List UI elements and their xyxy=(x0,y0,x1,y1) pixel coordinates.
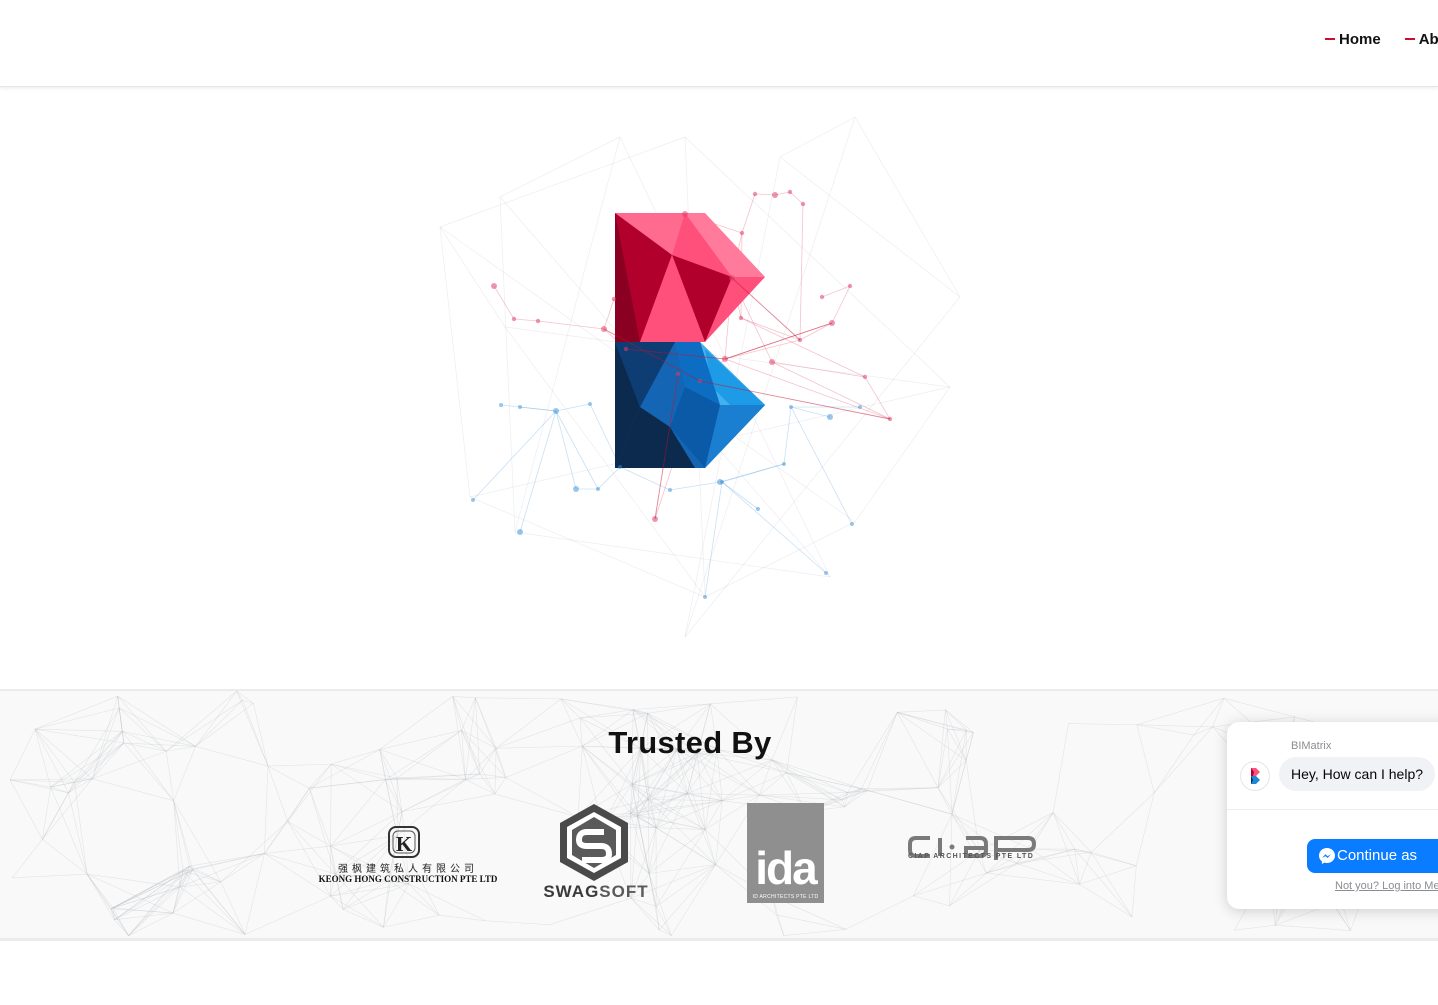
not-you-login-link[interactable]: Not you? Log into Messenger xyxy=(1335,880,1438,892)
ida-logo: ida ID ARCHITECTS PTE LTD xyxy=(747,803,824,903)
swagsoft-wordmark: SWAGSOFT xyxy=(542,882,650,902)
ciap-text: CIAP ARCHITECTS PTE LTD xyxy=(908,853,1035,860)
swagsoft-text-b: SOFT xyxy=(599,882,649,901)
messenger-icon xyxy=(1319,848,1335,864)
nav-item-home[interactable]: Home xyxy=(1325,31,1381,48)
nav-dash xyxy=(1325,38,1335,41)
swagsoft-text-a: SWAG xyxy=(543,882,600,901)
chat-message-bubble: Hey, How can I help? xyxy=(1279,757,1436,791)
nav-item-label: About xyxy=(1418,31,1438,48)
ida-text: ida xyxy=(755,842,817,894)
ciap-logo: CIAP ARCHITECTS PTE LTD xyxy=(908,834,1038,874)
swagsoft-logo: SWAGSOFT xyxy=(542,802,650,906)
keong-hong-text: KEONG HONG CONSTRUCTION PTE LTD xyxy=(318,874,498,884)
keong-hong-logo: K 强枫建筑私人有限公司 KEONG HONG CONSTRUCTION PTE… xyxy=(316,825,500,887)
messenger-chat-widget: BIMatrix Hey, How can I help? Continue a… xyxy=(1227,722,1438,909)
keong-hong-chinese: 强枫建筑私人有限公司 xyxy=(338,864,478,875)
trusted-by-heading: Trusted By xyxy=(608,725,772,760)
continue-as-button[interactable]: Continue as xyxy=(1307,839,1438,873)
bimatrix-b-logo xyxy=(615,213,765,468)
svg-text:K: K xyxy=(396,832,413,856)
nav-item-about[interactable]: About xyxy=(1404,31,1438,48)
nav-dash xyxy=(1404,38,1415,41)
chat-avatar xyxy=(1240,761,1270,791)
hero-graphic xyxy=(439,116,961,638)
nav-item-label: Home xyxy=(1339,31,1381,48)
ida-subtext: ID ARCHITECTS PTE LTD xyxy=(752,894,819,900)
hero-section xyxy=(0,87,1438,689)
chat-divider xyxy=(1227,809,1438,810)
bimatrix-avatar-icon xyxy=(1251,768,1260,784)
swagsoft-emblem xyxy=(560,804,628,881)
chat-sender-name: BIMatrix xyxy=(1291,740,1332,752)
site-header: Home About xyxy=(0,0,1438,87)
trusted-by-section: Trusted By K 强枫建筑私人有限公司 KEONG HONG CONST… xyxy=(0,689,1438,941)
continue-as-label: Continue as xyxy=(1337,847,1418,864)
main-nav: Home About xyxy=(1325,31,1438,49)
